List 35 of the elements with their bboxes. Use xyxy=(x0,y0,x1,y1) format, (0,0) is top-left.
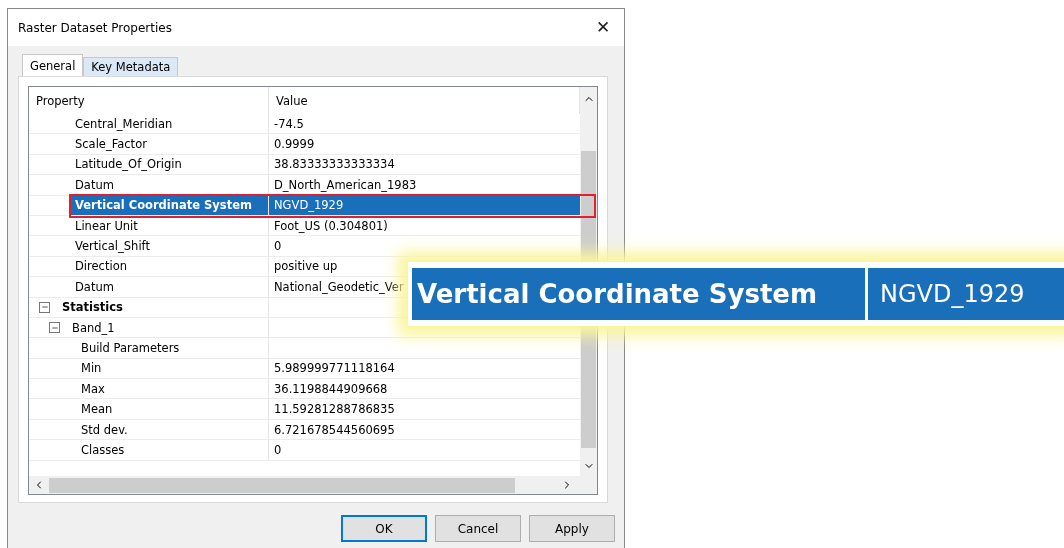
property-value: 5.989999771118164 xyxy=(274,361,395,376)
property-value: D_North_American_1983 xyxy=(274,177,417,192)
property-value: NGVD_1929 xyxy=(274,198,344,213)
property-name: Min xyxy=(80,360,103,378)
property-value: 11.59281288786835 xyxy=(274,402,395,417)
property-name: Max xyxy=(80,380,106,398)
property-value: 6.721678544560695 xyxy=(274,422,395,437)
property-value: positive up xyxy=(274,259,338,274)
property-name: Scale_Factor xyxy=(74,136,148,154)
property-value: 36.1198844909668 xyxy=(274,381,388,396)
property-name: Band_1 xyxy=(71,319,116,337)
property-name: Classes xyxy=(80,441,126,459)
property-name: Mean xyxy=(80,401,114,419)
column-header: Property xyxy=(29,87,269,114)
property-value: 0 xyxy=(274,442,282,457)
property-name: Build Parameters xyxy=(80,340,181,357)
property-name: Datum xyxy=(74,278,115,296)
property-name: Vertical_Shift xyxy=(74,238,151,256)
property-name: Linear Unit xyxy=(74,217,139,235)
callout-property-name: Vertical Coordinate System xyxy=(412,268,865,320)
property-value: 0 xyxy=(274,239,282,254)
window-title: Raster Dataset Properties xyxy=(18,20,172,35)
property-name: Datum xyxy=(74,176,115,194)
property-value: 38.83333333333334 xyxy=(274,157,395,172)
property-name: Vertical Coordinate System xyxy=(71,195,268,215)
property-name: Std dev. xyxy=(80,421,129,439)
property-value: National_Geodetic_Ver xyxy=(274,279,404,294)
property-name: Central_Meridian xyxy=(74,115,174,133)
property-name: Latitude_Of_Origin xyxy=(74,156,183,174)
property-name: Statistics xyxy=(61,299,124,317)
property-value: -74.5 xyxy=(274,116,304,131)
property-value: 0.9999 xyxy=(274,137,315,152)
property-value: Foot_US (0.304801) xyxy=(274,218,388,233)
property-name: Direction xyxy=(74,258,128,276)
callout-property-value: NGVD_1929 xyxy=(868,268,1064,320)
